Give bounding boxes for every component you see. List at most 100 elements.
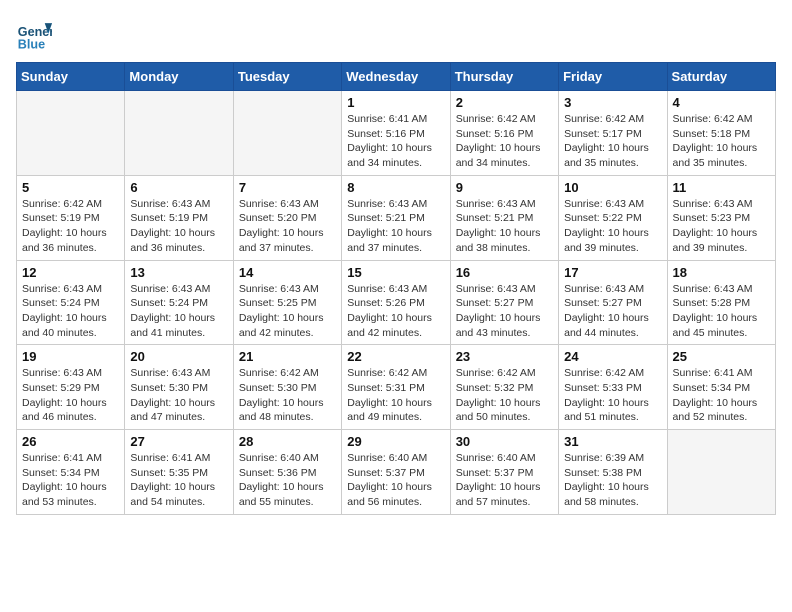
calendar-cell: 12 Sunrise: 6:43 AM Sunset: 5:24 PM Dayli…	[17, 260, 125, 345]
day-number: 29	[347, 434, 444, 449]
cell-info: Sunrise: 6:41 AM Sunset: 5:16 PM Dayligh…	[347, 112, 444, 171]
day-number: 31	[564, 434, 661, 449]
calendar-cell: 21Sunrise: 6:42 AM Sunset: 5:30 PM Dayli…	[233, 345, 341, 430]
cell-info: Sunrise: 6:43 AM Sunset: 5:23 PM Dayligh…	[673, 197, 770, 256]
day-number: 20	[130, 349, 227, 364]
day-number: 15	[347, 265, 444, 280]
calendar-cell: 27 Sunrise: 6:41 AM Sunset: 5:35 PM Dayli…	[125, 430, 233, 515]
cell-info: Sunrise: 6:43 AM Sunset: 5:20 PM Dayligh…	[239, 197, 336, 256]
column-header-wednesday: Wednesday	[342, 63, 450, 91]
day-number: 19	[22, 349, 119, 364]
cell-info: Sunrise: 6:43 AM Sunset: 5:26 PM Dayligh…	[347, 282, 444, 341]
cell-info: Sunrise: 6:43 AM Sunset: 5:30 PM Dayligh…	[130, 366, 227, 425]
calendar-cell: 22 Sunrise: 6:42 AM Sunset: 5:31 PM Dayli…	[342, 345, 450, 430]
cell-info: Sunrise: 6:42 AM Sunset: 5:31 PM Dayligh…	[347, 366, 444, 425]
calendar-cell: 1 Sunrise: 6:41 AM Sunset: 5:16 PM Daylig…	[342, 91, 450, 176]
day-number: 10	[564, 180, 661, 195]
day-number: 4	[673, 95, 770, 110]
column-header-thursday: Thursday	[450, 63, 558, 91]
day-number: 22	[347, 349, 444, 364]
day-number: 9	[456, 180, 553, 195]
cell-info: Sunrise: 6:43 AM Sunset: 5:24 PM Dayligh…	[130, 282, 227, 341]
calendar-cell: 8 Sunrise: 6:43 AM Sunset: 5:21 PM Daylig…	[342, 175, 450, 260]
day-number: 28	[239, 434, 336, 449]
calendar-cell: 30 Sunrise: 6:40 AM Sunset: 5:37 PM Dayli…	[450, 430, 558, 515]
day-number: 25	[673, 349, 770, 364]
calendar-cell: 24Sunrise: 6:42 AM Sunset: 5:33 PM Dayli…	[559, 345, 667, 430]
day-number: 27	[130, 434, 227, 449]
svg-text:Blue: Blue	[18, 37, 45, 51]
calendar-cell	[125, 91, 233, 176]
column-header-monday: Monday	[125, 63, 233, 91]
day-number: 3	[564, 95, 661, 110]
cell-info: Sunrise: 6:42 AM Sunset: 5:17 PM Dayligh…	[564, 112, 661, 171]
day-number: 2	[456, 95, 553, 110]
cell-info: Sunrise: 6:43 AM Sunset: 5:22 PM Dayligh…	[564, 197, 661, 256]
cell-info: Sunrise: 6:43 AM Sunset: 5:25 PM Dayligh…	[239, 282, 336, 341]
calendar-cell: 2 Sunrise: 6:42 AM Sunset: 5:16 PM Daylig…	[450, 91, 558, 176]
cell-info: Sunrise: 6:43 AM Sunset: 5:29 PM Dayligh…	[22, 366, 119, 425]
cell-info: Sunrise: 6:41 AM Sunset: 5:34 PM Dayligh…	[673, 366, 770, 425]
calendar-cell	[233, 91, 341, 176]
week-row-2: 5Sunrise: 6:42 AM Sunset: 5:19 PM Daylig…	[17, 175, 776, 260]
cell-info: Sunrise: 6:42 AM Sunset: 5:16 PM Dayligh…	[456, 112, 553, 171]
calendar-cell: 25 Sunrise: 6:41 AM Sunset: 5:34 PM Dayli…	[667, 345, 775, 430]
cell-info: Sunrise: 6:40 AM Sunset: 5:36 PM Dayligh…	[239, 451, 336, 510]
cell-info: Sunrise: 6:41 AM Sunset: 5:35 PM Dayligh…	[130, 451, 227, 510]
calendar-table: SundayMondayTuesdayWednesdayThursdayFrid…	[16, 62, 776, 515]
day-number: 16	[456, 265, 553, 280]
day-number: 18	[673, 265, 770, 280]
day-number: 26	[22, 434, 119, 449]
cell-info: Sunrise: 6:43 AM Sunset: 5:21 PM Dayligh…	[456, 197, 553, 256]
calendar-cell: 4 Sunrise: 6:42 AM Sunset: 5:18 PM Daylig…	[667, 91, 775, 176]
column-header-saturday: Saturday	[667, 63, 775, 91]
day-number: 1	[347, 95, 444, 110]
calendar-cell: 17Sunrise: 6:43 AM Sunset: 5:27 PM Dayli…	[559, 260, 667, 345]
cell-info: Sunrise: 6:43 AM Sunset: 5:28 PM Dayligh…	[673, 282, 770, 341]
calendar-cell: 16 Sunrise: 6:43 AM Sunset: 5:27 PM Dayli…	[450, 260, 558, 345]
calendar-cell: 26Sunrise: 6:41 AM Sunset: 5:34 PM Dayli…	[17, 430, 125, 515]
cell-info: Sunrise: 6:39 AM Sunset: 5:38 PM Dayligh…	[564, 451, 661, 510]
calendar-cell: 28 Sunrise: 6:40 AM Sunset: 5:36 PM Dayli…	[233, 430, 341, 515]
calendar-cell: 5Sunrise: 6:42 AM Sunset: 5:19 PM Daylig…	[17, 175, 125, 260]
cell-info: Sunrise: 6:43 AM Sunset: 5:21 PM Dayligh…	[347, 197, 444, 256]
calendar-cell: 10 Sunrise: 6:43 AM Sunset: 5:22 PM Dayli…	[559, 175, 667, 260]
cell-info: Sunrise: 6:40 AM Sunset: 5:37 PM Dayligh…	[347, 451, 444, 510]
cell-info: Sunrise: 6:40 AM Sunset: 5:37 PM Dayligh…	[456, 451, 553, 510]
day-number: 13	[130, 265, 227, 280]
cell-info: Sunrise: 6:43 AM Sunset: 5:27 PM Dayligh…	[456, 282, 553, 341]
day-number: 8	[347, 180, 444, 195]
calendar-cell: 11 Sunrise: 6:43 AM Sunset: 5:23 PM Dayli…	[667, 175, 775, 260]
calendar-cell: 9 Sunrise: 6:43 AM Sunset: 5:21 PM Daylig…	[450, 175, 558, 260]
calendar-cell: 14Sunrise: 6:43 AM Sunset: 5:25 PM Dayli…	[233, 260, 341, 345]
calendar-cell: 13 Sunrise: 6:43 AM Sunset: 5:24 PM Dayli…	[125, 260, 233, 345]
cell-info: Sunrise: 6:43 AM Sunset: 5:27 PM Dayligh…	[564, 282, 661, 341]
calendar-cell: 15 Sunrise: 6:43 AM Sunset: 5:26 PM Dayli…	[342, 260, 450, 345]
day-number: 21	[239, 349, 336, 364]
cell-info: Sunrise: 6:42 AM Sunset: 5:18 PM Dayligh…	[673, 112, 770, 171]
column-header-friday: Friday	[559, 63, 667, 91]
week-row-5: 26Sunrise: 6:41 AM Sunset: 5:34 PM Dayli…	[17, 430, 776, 515]
calendar-cell: 31 Sunrise: 6:39 AM Sunset: 5:38 PM Dayli…	[559, 430, 667, 515]
day-number: 11	[673, 180, 770, 195]
calendar-cell: 19 Sunrise: 6:43 AM Sunset: 5:29 PM Dayli…	[17, 345, 125, 430]
calendar-cell: 29 Sunrise: 6:40 AM Sunset: 5:37 PM Dayli…	[342, 430, 450, 515]
logo-icon: General Blue	[16, 16, 52, 52]
calendar-cell: 3 Sunrise: 6:42 AM Sunset: 5:17 PM Daylig…	[559, 91, 667, 176]
day-number: 5	[22, 180, 119, 195]
page-header: General Blue	[16, 16, 776, 52]
day-number: 6	[130, 180, 227, 195]
cell-info: Sunrise: 6:43 AM Sunset: 5:19 PM Dayligh…	[130, 197, 227, 256]
calendar-cell: 6 Sunrise: 6:43 AM Sunset: 5:19 PM Daylig…	[125, 175, 233, 260]
calendar-cell: 20 Sunrise: 6:43 AM Sunset: 5:30 PM Dayli…	[125, 345, 233, 430]
calendar-cell: 23Sunrise: 6:42 AM Sunset: 5:32 PM Dayli…	[450, 345, 558, 430]
week-row-4: 19 Sunrise: 6:43 AM Sunset: 5:29 PM Dayli…	[17, 345, 776, 430]
cell-info: Sunrise: 6:42 AM Sunset: 5:33 PM Dayligh…	[564, 366, 661, 425]
cell-info: Sunrise: 6:43 AM Sunset: 5:24 PM Dayligh…	[22, 282, 119, 341]
day-number: 12	[22, 265, 119, 280]
calendar-header-row: SundayMondayTuesdayWednesdayThursdayFrid…	[17, 63, 776, 91]
column-header-tuesday: Tuesday	[233, 63, 341, 91]
day-number: 30	[456, 434, 553, 449]
cell-info: Sunrise: 6:42 AM Sunset: 5:32 PM Dayligh…	[456, 366, 553, 425]
logo: General Blue	[16, 16, 52, 52]
